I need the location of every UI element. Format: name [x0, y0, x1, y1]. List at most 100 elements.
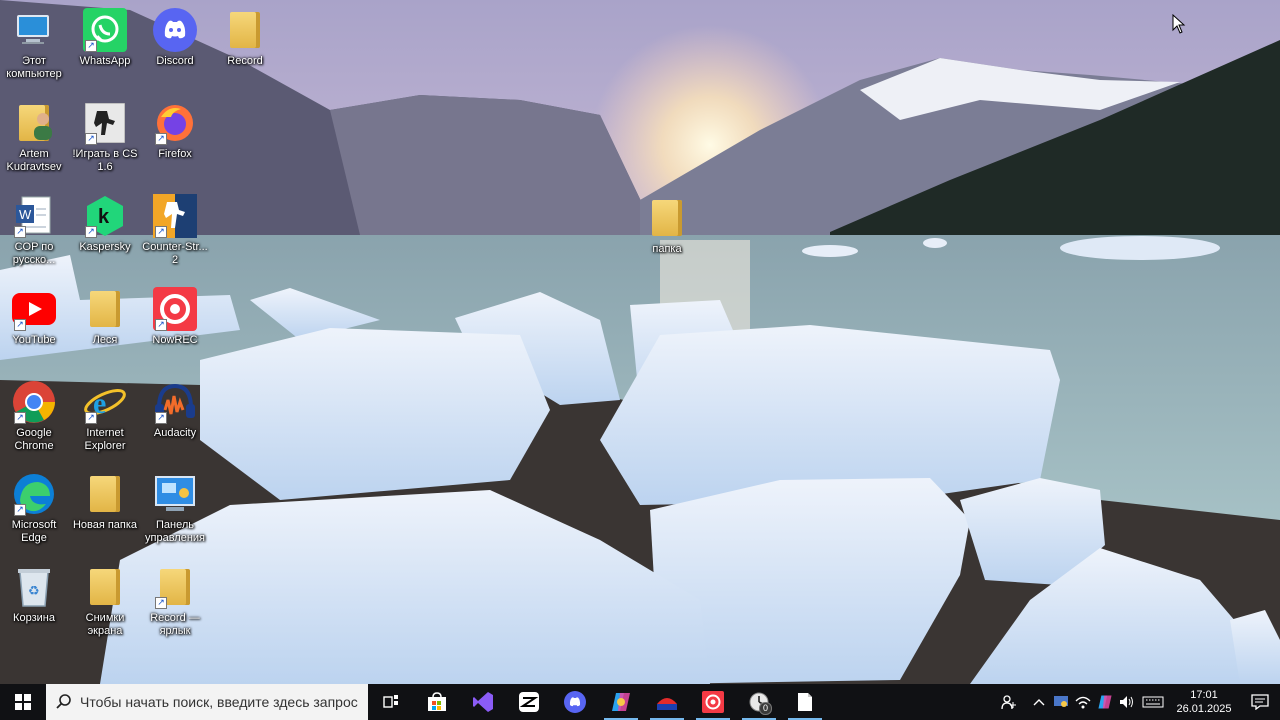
taskbar-discord[interactable] [552, 684, 598, 720]
shortcut-arrow-icon: ↗ [14, 412, 26, 424]
desktop-icon-ie[interactable]: e ↗ Internet Explorer [70, 380, 140, 453]
user-folder-icon [12, 101, 56, 145]
desktop-icon-audacity[interactable]: ↗ Audacity [140, 380, 210, 440]
discord-icon [564, 691, 586, 713]
audacity-icon: ↗ [153, 380, 197, 424]
taskbar-notepad[interactable] [782, 684, 828, 720]
svg-text:k: k [98, 206, 110, 228]
show-hidden-icons-chevron-up-icon[interactable] [1028, 684, 1050, 720]
taskbar: Чтобы начать поиск, введите здесь запрос… [0, 684, 1280, 720]
word-document-icon: W ↗ [12, 194, 56, 238]
desktop-icon-label: Снимки экрана [85, 612, 125, 637]
desktop-icon-label: Корзина [13, 612, 55, 624]
desktop-icon-label: Discord [156, 55, 194, 67]
action-center-button[interactable] [1240, 684, 1280, 720]
whatsapp-icon: ↗ [83, 8, 127, 52]
keyboard-layout-icon[interactable] [1138, 684, 1168, 720]
desktop-icon-discord[interactable]: Discord [140, 8, 210, 68]
microsoft-store-icon [428, 692, 446, 711]
desktop-icon-lesya[interactable]: Леся [70, 287, 140, 347]
desktop-icon-this-pc[interactable]: Этот компьютер [0, 8, 69, 81]
start-button[interactable] [0, 684, 46, 720]
copilot-tray-icon[interactable] [1094, 684, 1116, 720]
desktop-icon-label: Record — ярлык [150, 612, 200, 637]
desktop-icon-whatsapp[interactable]: ↗ WhatsApp [70, 8, 140, 68]
desktop-icon-nowrec[interactable]: ↗ NowREC [140, 287, 210, 347]
counter-strike-icon: ↗ [83, 101, 127, 145]
desktop-icon-chrome[interactable]: ↗ Google Chrome [0, 380, 69, 453]
shortcut-arrow-icon: ↗ [85, 226, 97, 238]
svg-text:♻: ♻ [28, 584, 40, 599]
taskbar-clock[interactable]: 17:01 26.01.2025 [1168, 688, 1240, 716]
desktop-icon-firefox[interactable]: ↗ Firefox [140, 101, 210, 161]
desktop-icon-cop[interactable]: W ↗ COP по русско... [0, 194, 69, 267]
taskbar-app-red-blue[interactable] [644, 684, 690, 720]
desktop-icon-edge[interactable]: ↗ Microsoft Edge [0, 472, 69, 545]
desktop-icon-cs16[interactable]: ↗ !Играть в CS 1.6 [70, 101, 140, 174]
task-view-icon [383, 695, 398, 708]
desktop-icon-control-panel[interactable]: Панель управления [140, 472, 210, 545]
desktop-icon-kaspersky[interactable]: k ↗ Kaspersky [70, 194, 140, 254]
taskbar-nowrec[interactable] [690, 684, 736, 720]
taskbar-visual-studio[interactable] [460, 684, 506, 720]
control-panel-icon [153, 472, 197, 516]
desktop-icon-label: Firefox [158, 148, 192, 160]
nowrec-icon [702, 691, 724, 713]
shortcut-arrow-icon: ↗ [14, 226, 26, 238]
desktop: Этот компьютер ↗ WhatsApp Discord Record… [0, 0, 1280, 684]
desktop-icon-label: Microsoft Edge [11, 519, 57, 544]
desktop-icon-label: Record [227, 55, 263, 67]
taskbar-copilot[interactable] [598, 684, 644, 720]
search-icon [56, 694, 71, 709]
taskbar-capcut[interactable] [506, 684, 552, 720]
mouse-cursor-icon [1172, 14, 1186, 34]
desktop-icon-label: Audacity [153, 427, 197, 439]
computer-icon [12, 8, 56, 52]
desktop-icon-new-folder[interactable]: Новая папка [70, 472, 140, 532]
notepad-icon [798, 693, 812, 711]
volume-icon[interactable] [1116, 684, 1138, 720]
desktop-icon-screenshots[interactable]: Снимки экрана [70, 565, 140, 638]
desktop-icon-label: Леся [92, 334, 118, 346]
network-wifi-icon[interactable] [1072, 684, 1094, 720]
desktop-icon-artem[interactable]: Artem Kudravtsev [0, 101, 69, 174]
taskbar-search-box[interactable]: Чтобы начать поиск, введите здесь запрос [46, 684, 368, 720]
youtube-icon: ↗ [12, 287, 56, 331]
desktop-icon-label: папка [652, 243, 682, 255]
notification-icon [1251, 694, 1269, 710]
clock-app-badge: 0 [759, 702, 772, 715]
clock-time: 17:01 [1190, 689, 1218, 701]
shortcut-arrow-icon: ↗ [14, 504, 26, 516]
tray-app-icon[interactable] [1050, 684, 1072, 720]
shortcut-arrow-icon: ↗ [155, 133, 167, 145]
shortcut-arrow-icon: ↗ [155, 597, 167, 609]
shortcut-arrow-icon: ↗ [85, 133, 97, 145]
app-red-blue-icon [657, 698, 677, 710]
windows-logo-icon [15, 694, 31, 710]
shortcut-arrow-icon: ↗ [155, 319, 167, 331]
people-icon[interactable] [998, 684, 1020, 720]
taskbar-task-view[interactable] [368, 684, 414, 720]
folder-icon [83, 565, 127, 609]
taskbar-microsoft-store[interactable] [414, 684, 460, 720]
desktop-icon-recycle-bin[interactable]: ♻ Корзина [0, 565, 69, 625]
desktop-icon-label: COP по русско... [12, 241, 56, 266]
svg-text:W: W [19, 207, 32, 222]
desktop-icon-record[interactable]: Record [210, 8, 280, 68]
chrome-icon: ↗ [12, 380, 56, 424]
desktop-icon-counter-strike-2[interactable]: ↗ Counter-Str... 2 [140, 194, 210, 267]
desktop-icon-label: Internet Explorer [84, 427, 126, 452]
desktop-icon-papka[interactable]: папка [632, 196, 702, 256]
copilot-icon [612, 693, 630, 711]
folder-icon: ↗ [153, 565, 197, 609]
desktop-icon-label: Этот компьютер [6, 55, 62, 80]
folder-icon [645, 196, 689, 240]
desktop-icon-youtube[interactable]: ↗ YouTube [0, 287, 69, 347]
taskbar-clock-app[interactable]: 0 [736, 684, 782, 720]
desktop-icon-label: NowREC [152, 334, 198, 346]
desktop-icon-record-shortcut[interactable]: ↗ Record — ярлык [140, 565, 210, 638]
desktop-icon-label: Counter-Str... 2 [142, 241, 208, 266]
nowrec-icon: ↗ [153, 287, 197, 331]
internet-explorer-icon: e ↗ [83, 380, 127, 424]
desktop-icon-label: WhatsApp [79, 55, 131, 67]
